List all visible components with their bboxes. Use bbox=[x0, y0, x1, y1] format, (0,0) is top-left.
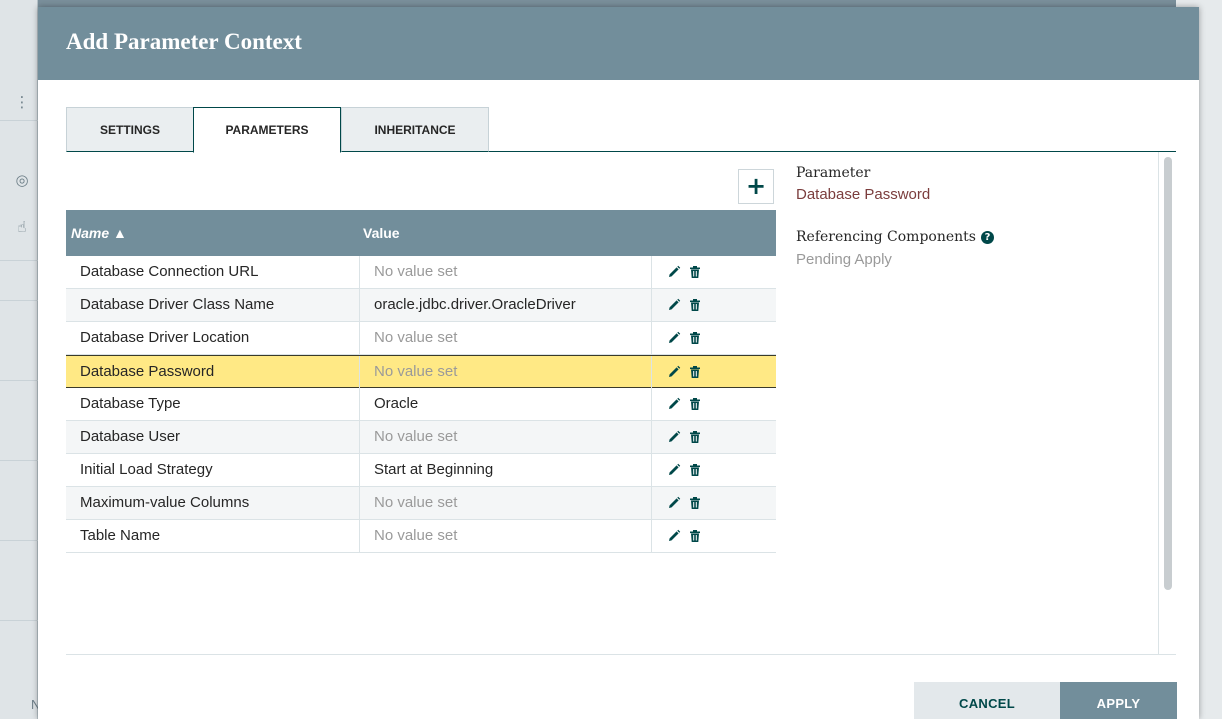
pencil-icon[interactable] bbox=[667, 463, 681, 477]
scrollbar-thumb[interactable] bbox=[1164, 157, 1172, 590]
pencil-icon[interactable] bbox=[667, 265, 681, 279]
trash-icon[interactable] bbox=[688, 529, 702, 543]
row-actions bbox=[651, 520, 776, 552]
pencil-icon[interactable] bbox=[667, 365, 681, 379]
trash-icon[interactable] bbox=[688, 463, 702, 477]
grid-line bbox=[0, 260, 38, 261]
row-actions bbox=[651, 421, 776, 453]
dialog-header: Add Parameter Context bbox=[38, 7, 1199, 80]
referencing-components-label: Referencing Components? bbox=[796, 229, 1146, 245]
pencil-icon[interactable] bbox=[667, 331, 681, 345]
referencing-label-text: Referencing Components bbox=[796, 229, 976, 245]
table-body: Database Connection URL No value set Datab… bbox=[66, 256, 776, 553]
parameter-value-cell: No value set bbox=[359, 256, 651, 288]
cancel-button[interactable]: CANCEL bbox=[914, 682, 1060, 719]
grid-icon: ⋮ bbox=[14, 93, 30, 111]
parameter-value-cell: Start at Beginning bbox=[359, 454, 651, 486]
parameter-name: Database Type bbox=[80, 395, 181, 412]
trash-icon[interactable] bbox=[688, 430, 702, 444]
grid-line bbox=[0, 540, 38, 541]
grid-line bbox=[0, 300, 38, 301]
grid-line bbox=[0, 620, 38, 621]
parameter-name: Database Driver Location bbox=[80, 329, 250, 346]
table-row[interactable]: Maximum-value Columns No value set bbox=[66, 487, 776, 520]
pencil-icon[interactable] bbox=[667, 397, 681, 411]
apply-button[interactable]: APPLY bbox=[1060, 682, 1177, 719]
table-row[interactable]: Database Password No value set bbox=[66, 355, 776, 388]
table-row[interactable]: Database Driver Class Name oracle.jdbc.dr… bbox=[66, 289, 776, 322]
parameter-value: Database Password bbox=[796, 186, 931, 203]
referencing-components-value: Pending Apply bbox=[796, 251, 892, 268]
table-row[interactable]: Database Type Oracle bbox=[66, 388, 776, 421]
parameters-table: Name ▲ Value Database Connection URL No v… bbox=[66, 210, 776, 553]
trash-icon[interactable] bbox=[688, 331, 702, 345]
pencil-icon[interactable] bbox=[667, 496, 681, 510]
row-actions bbox=[651, 256, 776, 288]
pencil-icon[interactable] bbox=[667, 430, 681, 444]
parameter-value-cell: No value set bbox=[359, 520, 651, 552]
parameter-value-cell: No value set bbox=[359, 421, 651, 453]
add-parameter-button[interactable]: + bbox=[738, 169, 774, 204]
parameter-detail-panel: Parameter Database Password Referencing … bbox=[796, 165, 1146, 268]
tab-bar: SETTINGS PARAMETERS INHERITANCE bbox=[66, 107, 1176, 153]
row-actions bbox=[651, 289, 776, 321]
parameter-value-cell: No value set bbox=[359, 487, 651, 519]
trash-icon[interactable] bbox=[688, 265, 702, 279]
column-header-value[interactable]: Value bbox=[363, 210, 400, 256]
row-actions bbox=[651, 454, 776, 486]
table-header: Name ▲ Value bbox=[66, 210, 776, 256]
table-row[interactable]: Initial Load Strategy Start at Beginning bbox=[66, 454, 776, 487]
footer-divider bbox=[66, 654, 1176, 655]
tab-parameters[interactable]: PARAMETERS bbox=[193, 107, 341, 153]
parameter-name: Database User bbox=[80, 428, 181, 445]
parameter-label: Parameter bbox=[796, 165, 871, 181]
parameter-value-cell: oracle.jdbc.driver.OracleDriver bbox=[359, 289, 651, 321]
parameter-value-cell: No value set bbox=[359, 356, 651, 388]
tab-settings[interactable]: SETTINGS bbox=[66, 107, 194, 152]
parameter-value-cell: Oracle bbox=[359, 388, 651, 420]
dialog-title: Add Parameter Context bbox=[66, 29, 302, 54]
scrollbar[interactable] bbox=[1158, 152, 1178, 655]
pointer-icon: ☝ bbox=[17, 218, 27, 236]
grid-line bbox=[0, 120, 38, 121]
parameter-name: Maximum-value Columns bbox=[80, 494, 250, 511]
help-icon[interactable]: ? bbox=[980, 231, 994, 244]
add-parameter-context-dialog: Add Parameter Context SETTINGS PARAMETER… bbox=[38, 7, 1199, 719]
trash-icon[interactable] bbox=[688, 298, 702, 312]
trash-icon[interactable] bbox=[688, 397, 702, 411]
parameter-name: Database Connection URL bbox=[80, 263, 259, 280]
row-actions bbox=[651, 487, 776, 519]
column-header-name[interactable]: Name ▲ bbox=[71, 210, 127, 256]
grid-line bbox=[0, 380, 38, 381]
trash-icon[interactable] bbox=[688, 365, 702, 379]
pencil-icon[interactable] bbox=[667, 529, 681, 543]
tab-inheritance[interactable]: INHERITANCE bbox=[341, 107, 489, 152]
table-row[interactable]: Database Driver Location No value set bbox=[66, 322, 776, 355]
row-actions bbox=[651, 356, 776, 388]
pencil-icon[interactable] bbox=[667, 298, 681, 312]
parameter-value-cell: No value set bbox=[359, 322, 651, 354]
row-actions bbox=[651, 322, 776, 354]
grid-line bbox=[0, 460, 38, 461]
table-row[interactable]: Table Name No value set bbox=[66, 520, 776, 553]
table-row[interactable]: Database User No value set bbox=[66, 421, 776, 454]
plus-icon: + bbox=[745, 172, 767, 200]
parameter-name: Database Password bbox=[80, 363, 215, 380]
row-actions bbox=[651, 388, 776, 420]
parameter-name: Table Name bbox=[80, 527, 161, 544]
trash-icon[interactable] bbox=[688, 496, 702, 510]
parameter-name: Initial Load Strategy bbox=[80, 461, 213, 478]
compass-icon: ◎ bbox=[15, 171, 29, 189]
parameter-name: Database Driver Class Name bbox=[80, 296, 275, 313]
table-row[interactable]: Database Connection URL No value set bbox=[66, 256, 776, 289]
